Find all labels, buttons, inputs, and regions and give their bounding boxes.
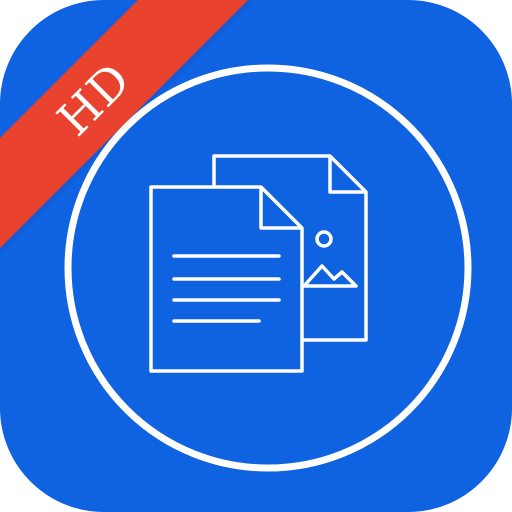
document-text-icon	[149, 185, 304, 373]
app-icon[interactable]: HD	[0, 0, 512, 512]
